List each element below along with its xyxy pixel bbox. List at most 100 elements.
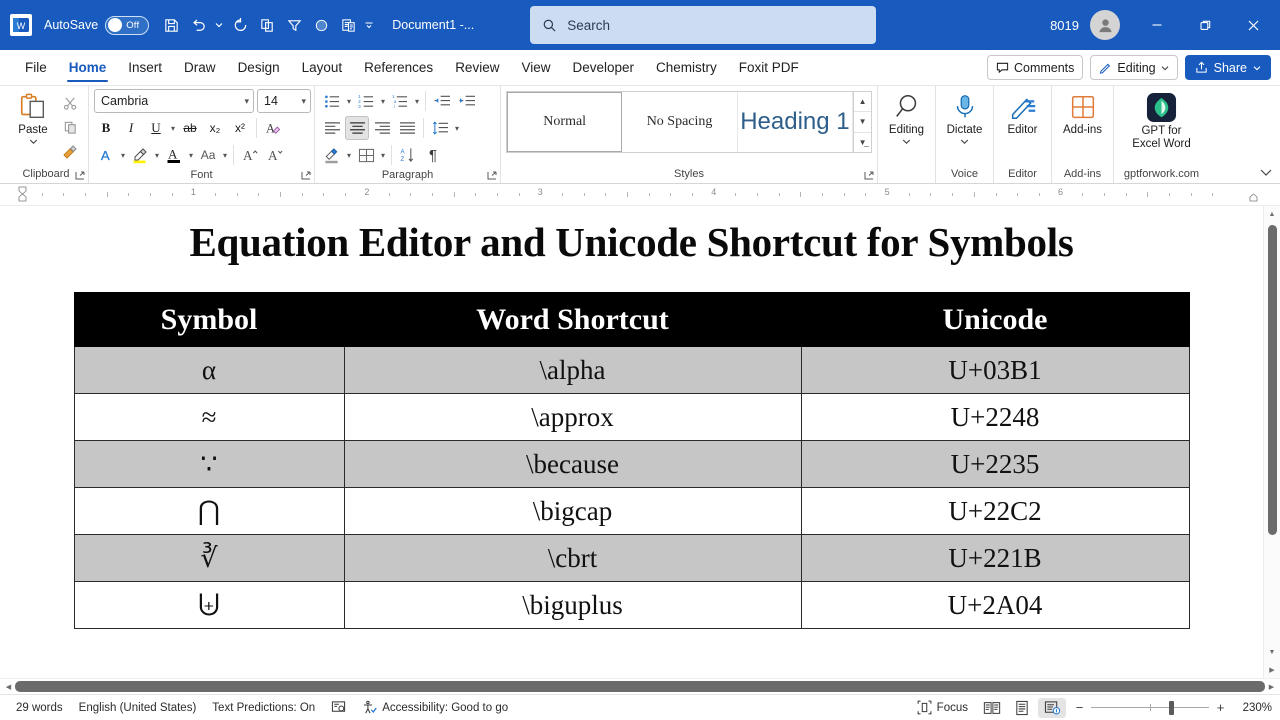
bold-button[interactable]: B xyxy=(94,116,118,140)
text-effects-button[interactable]: A xyxy=(94,143,118,167)
scroll-left-icon[interactable]: ◀ xyxy=(2,683,15,691)
web-layout-button[interactable] xyxy=(1038,698,1066,718)
style-normal[interactable]: Normal xyxy=(507,92,622,152)
sort-button[interactable]: A Z xyxy=(396,143,420,167)
tab-view[interactable]: View xyxy=(510,50,561,85)
copy-icon[interactable] xyxy=(254,11,280,39)
tab-insert[interactable]: Insert xyxy=(117,50,173,85)
close-button[interactable] xyxy=(1230,7,1276,43)
share-button[interactable]: Share xyxy=(1185,55,1271,80)
editing-mode-button[interactable]: Editing xyxy=(1090,55,1177,80)
tab-layout[interactable]: Layout xyxy=(291,50,354,85)
redo-icon[interactable] xyxy=(227,11,253,39)
comments-button[interactable]: Comments xyxy=(987,55,1083,80)
borders-dropdown-icon[interactable]: ▾ xyxy=(379,143,387,167)
qat-overflow-icon[interactable] xyxy=(362,11,376,39)
line-spacing-button[interactable] xyxy=(428,116,452,140)
increase-indent-button[interactable] xyxy=(455,89,479,113)
font-name-combo[interactable]: Cambria ▾ xyxy=(94,89,254,113)
horizontal-scroll-track[interactable] xyxy=(15,681,1265,692)
horizontal-ruler[interactable]: 123456 xyxy=(0,184,1280,206)
tab-foxit-pdf[interactable]: Foxit PDF xyxy=(728,50,810,85)
document-page[interactable]: Equation Editor and Unicode Shortcut for… xyxy=(0,206,1263,678)
display-settings-button[interactable] xyxy=(323,700,354,715)
styles-dialog-launcher[interactable] xyxy=(863,170,875,182)
avatar[interactable] xyxy=(1090,10,1120,40)
tab-design[interactable]: Design xyxy=(227,50,291,85)
subscript-button[interactable]: x₂ xyxy=(203,116,227,140)
zoom-thumb[interactable] xyxy=(1169,701,1174,715)
tab-references[interactable]: References xyxy=(353,50,444,85)
undo-dropdown-icon[interactable] xyxy=(212,11,226,39)
style-no-spacing[interactable]: No Spacing xyxy=(622,92,737,152)
editor-button[interactable]: Editor xyxy=(999,89,1046,137)
zoom-track[interactable] xyxy=(1091,701,1209,715)
paste-button[interactable]: Paste xyxy=(9,89,57,146)
editing-button[interactable]: Editing xyxy=(883,89,930,146)
clipboard-dialog-launcher[interactable] xyxy=(74,170,86,182)
gpt-for-excel-word-button[interactable]: GPT for Excel Word xyxy=(1119,89,1204,151)
add-ins-button[interactable]: Add-ins xyxy=(1057,89,1108,137)
tab-file[interactable]: File xyxy=(14,50,58,85)
tab-review[interactable]: Review xyxy=(444,50,510,85)
search-input[interactable]: Search xyxy=(530,6,876,44)
save-icon[interactable] xyxy=(158,11,184,39)
copy-button[interactable] xyxy=(57,116,83,139)
font-dialog-launcher[interactable] xyxy=(300,170,312,182)
highlight-dropdown-icon[interactable]: ▾ xyxy=(153,143,161,167)
shading-dropdown-icon[interactable]: ▾ xyxy=(345,143,353,167)
horizontal-scrollbar[interactable]: ◀ ▶ xyxy=(0,678,1280,694)
tab-chemistry[interactable]: Chemistry xyxy=(645,50,728,85)
multilevel-list-button[interactable]: 1 a i xyxy=(388,89,412,113)
bullets-button[interactable] xyxy=(320,89,344,113)
read-mode-button[interactable] xyxy=(978,698,1006,718)
font-size-combo[interactable]: 14 ▾ xyxy=(257,89,311,113)
styles-more-icon[interactable]: ▼̲ xyxy=(854,133,871,152)
underline-dropdown-icon[interactable]: ▾ xyxy=(169,116,177,140)
tab-developer[interactable]: Developer xyxy=(561,50,645,85)
dictate-button[interactable]: Dictate xyxy=(941,89,988,146)
strikethrough-button[interactable]: ab xyxy=(178,116,202,140)
undo-icon[interactable] xyxy=(185,11,211,39)
zoom-in-button[interactable]: + xyxy=(1215,700,1226,715)
minimize-button[interactable] xyxy=(1134,7,1180,43)
shading-button[interactable] xyxy=(320,143,344,167)
styles-scroll-up-icon[interactable]: ▲ xyxy=(854,92,871,112)
superscript-button[interactable]: x² xyxy=(228,116,252,140)
change-case-button[interactable]: Aa xyxy=(196,143,220,167)
highlight-button[interactable] xyxy=(128,143,152,167)
clear-formatting-button[interactable]: A xyxy=(261,116,285,140)
scroll-up-icon[interactable]: ▲ xyxy=(1264,206,1280,223)
style-heading-1[interactable]: Heading 1 xyxy=(738,92,853,152)
document-title[interactable]: Document1 -... xyxy=(392,18,474,32)
numbering-button[interactable]: 1 2 3 xyxy=(354,89,378,113)
font-color-dropdown-icon[interactable]: ▾ xyxy=(187,143,195,167)
accessibility-status[interactable]: Accessibility: Good to go xyxy=(354,700,516,715)
underline-button[interactable]: U xyxy=(144,116,168,140)
horizontal-scroll-thumb[interactable] xyxy=(15,681,1265,692)
text-predictions-status[interactable]: Text Predictions: On xyxy=(204,702,323,714)
change-case-dropdown-icon[interactable]: ▾ xyxy=(221,143,229,167)
align-right-button[interactable] xyxy=(370,116,394,140)
print-layout-button[interactable] xyxy=(1008,698,1036,718)
shrink-font-button[interactable]: A xyxy=(263,143,287,167)
vertical-scroll-thumb[interactable] xyxy=(1268,225,1277,535)
zoom-out-button[interactable]: − xyxy=(1074,700,1085,715)
styles-scroll-down-icon[interactable]: ▼ xyxy=(854,112,871,132)
zoom-level[interactable]: 230% xyxy=(1234,702,1272,714)
paragraph-dialog-launcher[interactable] xyxy=(486,170,498,182)
line-spacing-dropdown-icon[interactable]: ▾ xyxy=(453,116,461,140)
grow-font-button[interactable]: A xyxy=(238,143,262,167)
collapse-ribbon-icon[interactable] xyxy=(1259,165,1273,179)
next-page-icon[interactable]: ▶ xyxy=(1264,661,1280,678)
circle-icon[interactable] xyxy=(308,11,334,39)
autosave-toggle[interactable]: Off xyxy=(105,16,149,35)
borders-button[interactable] xyxy=(354,143,378,167)
restore-button[interactable] xyxy=(1182,7,1228,43)
word-count[interactable]: 29 words xyxy=(8,702,71,714)
justify-button[interactable] xyxy=(395,116,419,140)
decrease-indent-button[interactable] xyxy=(430,89,454,113)
bullets-dropdown-icon[interactable]: ▾ xyxy=(345,89,353,113)
numbering-dropdown-icon[interactable]: ▾ xyxy=(379,89,387,113)
scroll-right-icon[interactable]: ▶ xyxy=(1265,683,1278,691)
